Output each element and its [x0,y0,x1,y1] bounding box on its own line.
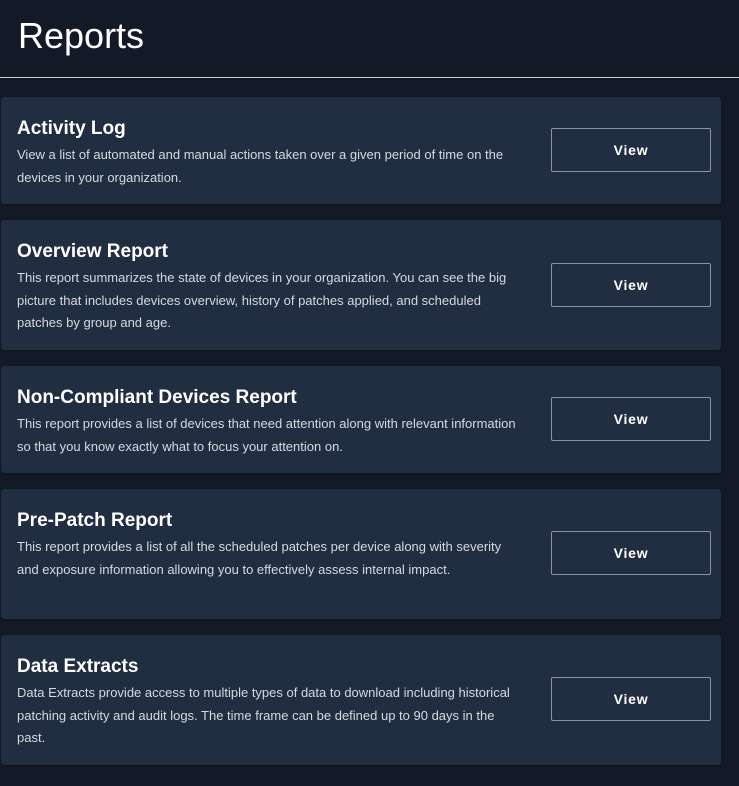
report-card-non-compliant-devices: Non-Compliant Devices Report This report… [1,366,721,473]
report-description: This report provides a list of all the s… [17,539,502,577]
report-card-body: Activity Log View a list of automated an… [17,117,517,189]
report-list: Activity Log View a list of automated an… [1,97,721,781]
view-data-extracts-button[interactable]: View [551,677,711,721]
report-card-data-extracts: Data Extracts Data Extracts provide acce… [1,635,721,765]
report-card-body: Pre-Patch Report This report provides a … [17,509,517,581]
view-pre-patch-report-button[interactable]: View [551,531,711,575]
report-card-overview-report: Overview Report This report summarizes t… [1,220,721,350]
report-card-activity-log: Activity Log View a list of automated an… [1,97,721,204]
report-description: This report summarizes the state of devi… [17,270,507,330]
view-overview-report-button[interactable]: View [551,263,711,307]
report-title: Non-Compliant Devices Report [17,387,297,408]
view-non-compliant-devices-button[interactable]: View [551,397,711,441]
report-description: View a list of automated and manual acti… [17,147,504,185]
page-header: Reports [0,0,739,78]
report-title: Overview Report [17,241,168,262]
reports-page: Reports Activity Log View a list of auto… [0,0,739,786]
view-activity-log-button[interactable]: View [551,128,711,172]
page-title: Reports [18,15,145,56]
report-description: Data Extracts provide access to multiple… [17,685,510,745]
report-card-body: Overview Report This report summarizes t… [17,240,517,335]
report-description: This report provides a list of devices t… [17,416,516,454]
report-card-body: Data Extracts Data Extracts provide acce… [17,655,517,750]
report-card-body: Non-Compliant Devices Report This report… [17,386,517,458]
report-title: Pre-Patch Report [17,510,173,531]
report-title: Activity Log [17,118,126,139]
report-title: Data Extracts [17,656,139,677]
report-card-pre-patch-report: Pre-Patch Report This report provides a … [1,489,721,619]
